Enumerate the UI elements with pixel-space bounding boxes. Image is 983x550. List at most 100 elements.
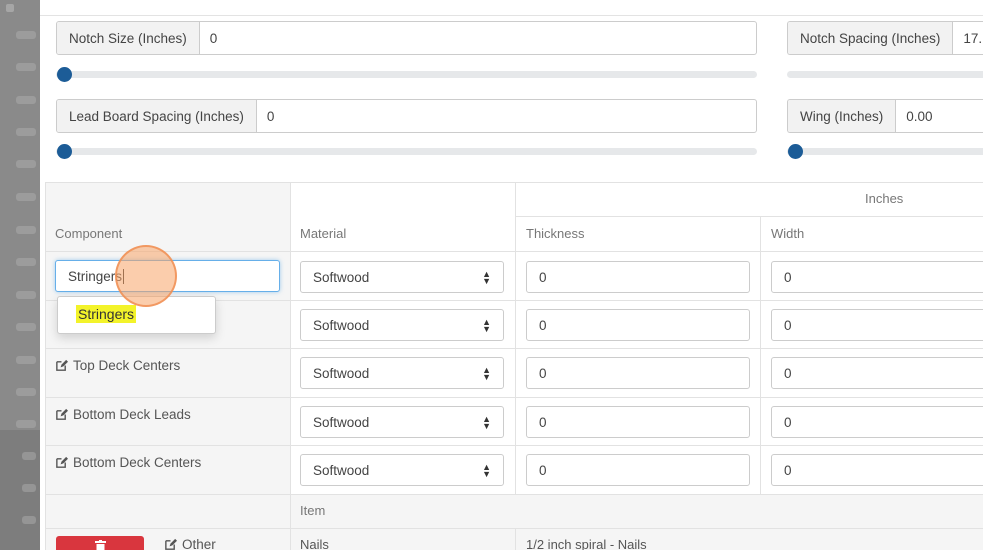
select-caret-icon: ▲ ▼: [482, 269, 491, 286]
material-select[interactable]: Softwood ▲ ▼: [300, 357, 504, 389]
click-indicator: [115, 245, 177, 307]
sidebar-item[interactable]: [16, 291, 36, 299]
thickness-value: 0: [539, 462, 547, 478]
thickness-value: 0: [539, 269, 547, 285]
material-select[interactable]: Softwood ▲ ▼: [300, 261, 504, 293]
component-label[interactable]: Bottom Deck Centers: [55, 455, 201, 470]
table-border: [45, 397, 983, 398]
width-input[interactable]: 0: [771, 454, 983, 486]
thickness-input[interactable]: 0: [526, 261, 750, 293]
notch-spacing-label: Notch Spacing (Inches): [788, 22, 954, 54]
sidebar-subitem[interactable]: [22, 452, 36, 460]
notch-spacing-input[interactable]: 17.: [953, 22, 983, 54]
width-value: 0: [784, 317, 792, 333]
sidebar-item[interactable]: [16, 96, 36, 104]
thickness-input[interactable]: 0: [526, 454, 750, 486]
sidebar-item[interactable]: [16, 226, 36, 234]
notch-size-slider-track[interactable]: [56, 71, 757, 78]
left-sidebar: [0, 0, 40, 550]
table-border: [515, 216, 983, 217]
sidebar-item[interactable]: [16, 388, 36, 396]
table-border: [45, 528, 983, 529]
width-value: 0: [784, 269, 792, 285]
thickness-input[interactable]: 0: [526, 357, 750, 389]
select-caret-icon: ▲ ▼: [482, 365, 491, 382]
material-column-header: Material: [300, 226, 347, 241]
notch-size-slider-handle[interactable]: [57, 67, 72, 82]
delete-button[interactable]: [56, 536, 144, 550]
width-input[interactable]: 0: [771, 309, 983, 341]
notch-size-label: Notch Size (Inches): [57, 22, 200, 54]
material-select-value: Softwood: [313, 317, 370, 333]
lead-board-spacing-slider-track[interactable]: [56, 148, 757, 155]
edit-icon[interactable]: [55, 408, 68, 421]
table-border: [290, 182, 291, 550]
width-value: 0: [784, 365, 792, 381]
edit-icon[interactable]: [164, 538, 177, 550]
sidebar-subitem[interactable]: [22, 516, 36, 524]
wing-slider-track[interactable]: [787, 148, 983, 155]
table-border: [515, 182, 516, 494]
table-border: [45, 494, 983, 495]
thickness-input[interactable]: 0: [526, 406, 750, 438]
thickness-value: 0: [539, 414, 547, 430]
wing-input[interactable]: 0.00: [896, 100, 942, 132]
lead-board-spacing-slider-handle[interactable]: [57, 144, 72, 159]
lead-board-spacing-input[interactable]: 0: [257, 100, 756, 132]
component-label-text: Bottom Deck Leads: [73, 407, 191, 422]
lead-board-spacing-input-group: Lead Board Spacing (Inches) 0: [56, 99, 757, 133]
table-border: [515, 528, 516, 550]
components-table: Inches Component Material Thickness Widt…: [45, 182, 983, 550]
trash-icon: [94, 540, 106, 550]
sidebar-item[interactable]: [16, 258, 36, 266]
component-label[interactable]: Top Deck Centers: [55, 358, 180, 373]
width-input[interactable]: 0: [771, 357, 983, 389]
item-description: 1/2 inch spiral - Nails: [526, 537, 647, 550]
width-value: 0: [784, 414, 792, 430]
wing-input-group: Wing (Inches) 0.00: [787, 99, 983, 133]
material-select[interactable]: Softwood ▲ ▼: [300, 309, 504, 341]
material-select-value: Softwood: [313, 365, 370, 381]
material-select-value: Softwood: [313, 269, 370, 285]
autocomplete-option[interactable]: Stringers: [76, 305, 137, 323]
edit-icon[interactable]: [55, 456, 68, 469]
sidebar-item[interactable]: [16, 323, 36, 331]
component-label[interactable]: Bottom Deck Leads: [55, 407, 191, 422]
other-component-label[interactable]: Other: [164, 537, 216, 550]
table-border: [45, 182, 983, 183]
divider: [40, 15, 983, 16]
edit-icon[interactable]: [55, 359, 68, 372]
main-panel: Notch Size (Inches) 0 Notch Spacing (Inc…: [40, 0, 983, 550]
sidebar-subitem[interactable]: [22, 484, 36, 492]
material-select[interactable]: Softwood ▲ ▼: [300, 454, 504, 486]
notch-spacing-slider-track[interactable]: [787, 71, 983, 78]
width-input[interactable]: 0: [771, 406, 983, 438]
table-border: [45, 445, 983, 446]
sidebar-item[interactable]: [16, 31, 36, 39]
item-name: Nails: [300, 537, 329, 550]
notch-size-input[interactable]: 0: [200, 22, 756, 54]
sidebar-item[interactable]: [16, 128, 36, 136]
select-caret-icon: ▲ ▼: [482, 414, 491, 431]
sidebar-item[interactable]: [16, 160, 36, 168]
component-label-text: Bottom Deck Centers: [73, 455, 202, 470]
material-select-value: Softwood: [313, 462, 370, 478]
material-select[interactable]: Softwood ▲ ▼: [300, 406, 504, 438]
width-input[interactable]: 0: [771, 261, 983, 293]
lead-board-spacing-label: Lead Board Spacing (Inches): [57, 100, 257, 132]
sidebar-item[interactable]: [16, 420, 36, 428]
thickness-value: 0: [539, 317, 547, 333]
thickness-input[interactable]: 0: [526, 309, 750, 341]
wing-slider-handle[interactable]: [788, 144, 803, 159]
sidebar-item[interactable]: [16, 63, 36, 71]
table-border: [45, 182, 46, 550]
sidebar-icon[interactable]: [6, 4, 14, 12]
sidebar-item[interactable]: [16, 356, 36, 364]
thickness-value: 0: [539, 365, 547, 381]
table-border: [45, 251, 983, 252]
table-border: [760, 216, 761, 494]
component-label-text: Top Deck Centers: [73, 358, 181, 373]
width-column-header: Width: [771, 226, 805, 241]
select-caret-icon: ▲ ▼: [482, 317, 491, 334]
sidebar-item[interactable]: [16, 193, 36, 201]
